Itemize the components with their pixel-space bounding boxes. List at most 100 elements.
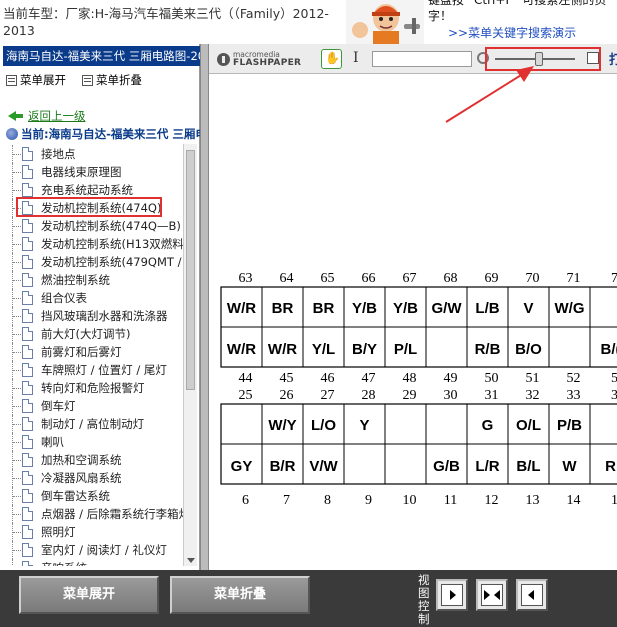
tree-item[interactable]: 接地点 [0, 145, 183, 163]
tree-item[interactable]: 电器线束原理图 [0, 163, 183, 181]
view-right-button[interactable] [516, 579, 548, 611]
expand-menu-button[interactable]: 菜单展开 [19, 576, 159, 614]
wire-color-label: BR [272, 300, 294, 317]
tree-branch-line [12, 469, 22, 487]
tree-item[interactable]: 前大灯(大灯调节) [0, 325, 183, 343]
tree-item[interactable]: 发动机控制系统(479QMT / [0, 253, 183, 271]
pin-number: 66 [362, 271, 376, 286]
tree-item[interactable]: 燃油控制系统 [0, 271, 183, 289]
back-arrow-icon [8, 110, 24, 122]
tree-item[interactable]: 车牌照灯 / 位置灯 / 尾灯 [0, 361, 183, 379]
tree-item[interactable]: 室内灯 / 阅读灯 / 礼仪灯 [0, 541, 183, 559]
tree-item-label: 电器线束原理图 [41, 165, 122, 179]
text-select-tool-icon[interactable]: I [353, 50, 363, 68]
tree-branch-line [12, 163, 22, 181]
pin-number: 29 [403, 388, 417, 403]
wire-color-label: Y [359, 417, 369, 434]
pin-number: 67 [403, 271, 417, 286]
menu-expand-link[interactable]: 菜单展开 [6, 72, 66, 88]
tree-item[interactable]: 制动灯 / 高位制动灯 [0, 415, 183, 433]
search-tip-line1: 键盘按 “Ctrl+F” 可搜索左侧的页 [428, 0, 607, 7]
search-tip-line2: 字！ [428, 9, 453, 23]
connector-pin-diagram: 63 64 65 66 67 68 69 70 71 7W/RW/RBRW/RBRY/LY/BB/… [220, 271, 617, 508]
pin-number: 5 [611, 371, 617, 386]
pin-number: 31 [485, 388, 499, 403]
pin-number: 64 [280, 271, 294, 286]
tree-branch-line [12, 289, 22, 307]
tree-item-label: 车牌照灯 / 位置灯 / 尾灯 [41, 363, 167, 377]
scrollbar-thumb[interactable] [186, 150, 195, 390]
pin-number: 69 [485, 271, 499, 286]
tree-item[interactable]: 组合仪表 [0, 289, 183, 307]
current-node[interactable]: 当前:海南马自达-福美来三代 三厢电 [6, 126, 207, 142]
selected-item-highlight [16, 197, 162, 217]
car-model-title: 当前车型：厂家:H-海马汽车福美来三代（（Family）2012-2013 [3, 6, 329, 38]
tree-item-label: 组合仪表 [41, 291, 87, 305]
tree-item[interactable]: 喇叭 [0, 433, 183, 451]
document-icon [22, 255, 33, 269]
arrow-left-icon [494, 590, 500, 600]
list-icon [82, 74, 93, 86]
menu-collapse-label: 菜单折叠 [96, 73, 142, 87]
menu-collapse-link[interactable]: 菜单折叠 [82, 72, 142, 88]
document-icon [22, 291, 33, 305]
wire-color-label: Y/B [352, 300, 377, 317]
pin-number: 49 [444, 371, 458, 386]
search-demo-link[interactable]: >>菜单关键字搜索演示 [448, 24, 576, 41]
print-text-icon[interactable]: 打 [609, 49, 617, 68]
arrow-left-icon [528, 590, 534, 600]
scroll-down-arrow-icon[interactable] [187, 558, 195, 563]
wire-color-label: W/Y [268, 417, 296, 434]
tree-item[interactable]: 挡风玻璃刮水器和洗涤器 [0, 307, 183, 325]
pin-number: 68 [444, 271, 458, 286]
pin-number: 14 [567, 493, 581, 508]
document-icon [22, 525, 33, 539]
tree-item[interactable]: 发动机控制系统(474Q—B) [0, 217, 183, 235]
collapse-menu-button[interactable]: 菜单折叠 [170, 576, 310, 614]
print-icon[interactable] [587, 52, 599, 64]
document-icon [22, 399, 33, 413]
menu-scrollbar[interactable] [183, 144, 197, 566]
left-menu-panel: 海南马自达-福美来三代 三厢电路图-20 菜单展开 菜单折叠 返回上一级 当前:… [0, 44, 207, 570]
tree-item-label: 喇叭 [41, 435, 64, 449]
tree-item[interactable]: 照明灯 [0, 523, 183, 541]
tree-item[interactable]: 加热和空调系统 [0, 451, 183, 469]
hand-tool-button[interactable] [321, 49, 342, 69]
wire-color-label: G [482, 417, 494, 434]
document-icon [22, 273, 33, 287]
tree-item[interactable]: 前雾灯和后雾灯 [0, 343, 183, 361]
list-icon [6, 74, 17, 86]
panel-splitter[interactable] [200, 44, 209, 570]
document-icon [22, 381, 33, 395]
wire-color-label: Y/B [393, 300, 418, 317]
view-center-button[interactable] [476, 579, 508, 611]
annotation-arrow [445, 66, 534, 123]
tree-branch-line [12, 487, 22, 505]
wire-color-label: B/O [515, 341, 542, 358]
pin-number: 50 [485, 371, 499, 386]
pin-number: 46 [321, 371, 335, 386]
tree-item[interactable]: 音响系统 [0, 559, 183, 566]
document-icon [22, 183, 33, 197]
wire-color-label: R/B [475, 341, 501, 358]
tree-item[interactable]: 点烟器 / 后除霜系统行李箱灯 [0, 505, 183, 523]
tree-item-label: 发动机控制系统(474Q—B) [41, 219, 181, 233]
tree-branch-line [12, 325, 22, 343]
view-left-button[interactable] [436, 579, 468, 611]
tree-branch-line [12, 145, 22, 163]
back-link[interactable]: 返回上一级 [8, 108, 86, 124]
arrow-right-icon [450, 590, 456, 600]
wire-color-label: R [605, 458, 616, 475]
pin-number: 70 [526, 271, 540, 286]
tree-item[interactable]: 发动机控制系统(H13双燃料 [0, 235, 183, 253]
tree-item[interactable]: 冷凝器风扇系统 [0, 469, 183, 487]
tree-item-label: 点烟器 / 后除霜系统行李箱灯 [41, 507, 183, 521]
tree-item[interactable]: 倒车雷达系统 [0, 487, 183, 505]
mascot-illustration [352, 4, 420, 44]
wire-color-label: L/R [475, 458, 499, 475]
document-viewer: macromedia FLASHPAPER I 打 63646566676869… [209, 44, 617, 570]
tree-item-label: 冷凝器风扇系统 [41, 471, 122, 485]
view-control-label: 视图控制 [418, 573, 430, 626]
tree-item[interactable]: 倒车灯 [0, 397, 183, 415]
tree-item[interactable]: 转向灯和危险报警灯 [0, 379, 183, 397]
